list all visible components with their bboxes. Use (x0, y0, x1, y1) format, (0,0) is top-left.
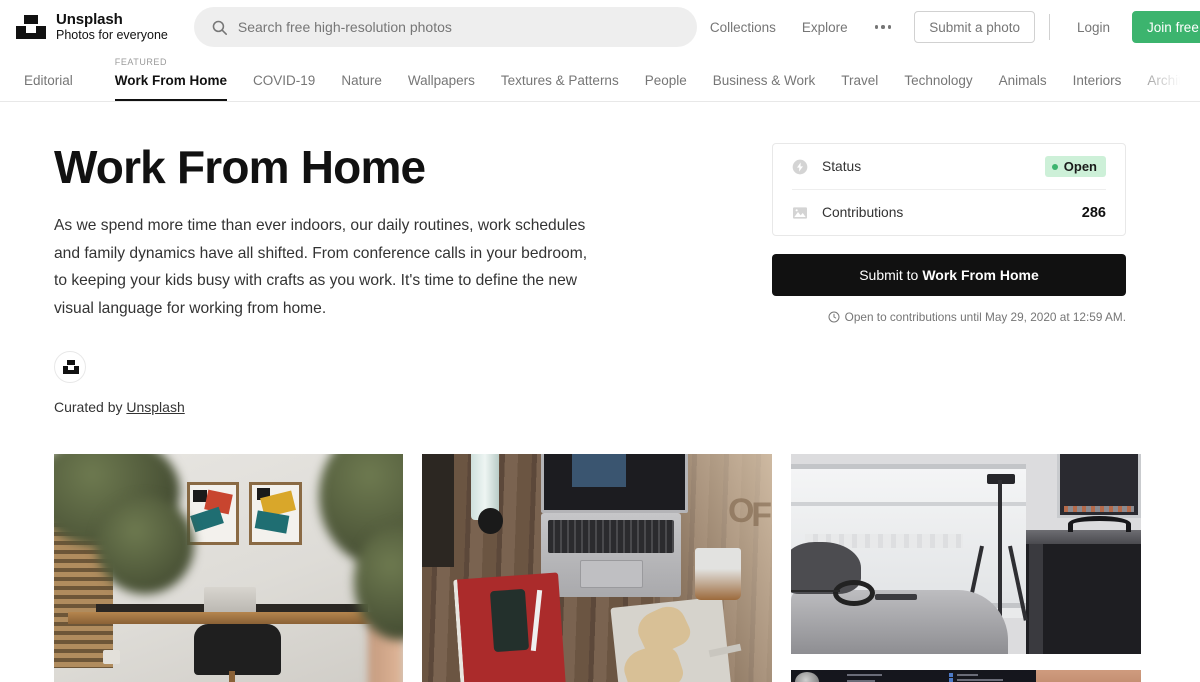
curator-link[interactable]: Unsplash (126, 399, 184, 415)
clock-icon (828, 311, 840, 323)
page-title: Work From Home (54, 141, 426, 193)
status-label: Status (822, 159, 862, 174)
cat-wallpapers[interactable]: Wallpapers (395, 54, 488, 101)
unsplash-logo-link[interactable]: Unsplash Photos for everyone (16, 10, 168, 43)
collection-header: Work From Home As we spend more time tha… (0, 102, 1200, 415)
login-link[interactable]: Login (1064, 20, 1123, 35)
status-dot-icon (1051, 163, 1058, 170)
photo-card[interactable] (54, 454, 403, 682)
photo-column-2: OF (422, 454, 772, 682)
cat-textures-patterns[interactable]: Textures & Patterns (488, 54, 632, 101)
logo-text: Unsplash Photos for everyone (56, 10, 168, 43)
search-icon (212, 20, 227, 35)
cat-animals[interactable]: Animals (986, 54, 1060, 101)
featured-tag: FEATURED (114, 57, 168, 67)
cat-nature[interactable]: Nature (328, 54, 395, 101)
logo-subtitle: Photos for everyone (56, 28, 168, 43)
status-row: Status Open (773, 144, 1125, 189)
nav-explore[interactable]: Explore (789, 20, 861, 35)
contributions-label: Contributions (822, 205, 904, 220)
category-nav: Editorial FEATURED Work From Home COVID-… (0, 54, 1200, 102)
photo-grid: OF (0, 454, 1200, 682)
curated-by-line: Curated by Unsplash (54, 399, 754, 415)
logo-title: Unsplash (56, 10, 123, 28)
join-free-button[interactable]: Join free (1132, 11, 1200, 43)
lightning-circle-icon (792, 159, 808, 174)
header-divider (1049, 14, 1050, 40)
search-bar[interactable] (193, 7, 697, 47)
photo-card[interactable] (791, 670, 1141, 682)
curator-block: Curated by Unsplash (54, 351, 754, 415)
cat-technology[interactable]: Technology (891, 54, 985, 101)
cat-covid-19[interactable]: COVID-19 (240, 54, 328, 101)
ellipsis-icon[interactable] (861, 25, 906, 29)
cat-business-work[interactable]: Business & Work (700, 54, 829, 101)
submit-prefix: Submit to (859, 267, 919, 283)
search-input[interactable] (237, 19, 680, 35)
open-until-text: Open to contributions until May 29, 2020… (844, 310, 1126, 324)
collection-info: Work From Home As we spend more time tha… (54, 102, 754, 415)
header-actions: Collections Explore Submit a photo Login… (697, 11, 1200, 43)
cat-people[interactable]: People (632, 54, 700, 101)
status-badge: Open (1044, 156, 1106, 177)
contributions-count: 286 (1081, 204, 1106, 221)
submit-collection-name: Work From Home (922, 267, 1039, 283)
curated-prefix: Curated by (54, 399, 127, 416)
submit-a-photo-button[interactable]: Submit a photo (914, 11, 1035, 43)
photo-column-1 (54, 454, 403, 682)
photo-card[interactable] (791, 454, 1141, 655)
cat-travel[interactable]: Travel (828, 54, 891, 101)
status-badge-label: Open (1063, 159, 1097, 174)
collection-description: As we spend more time than ever indoors,… (54, 217, 588, 317)
cat-editorial[interactable]: Editorial (8, 54, 86, 101)
nav-collections[interactable]: Collections (697, 20, 789, 35)
collection-sidebar: Status Open Contributions 286 Submit to … (772, 102, 1126, 415)
photo-column-3 (791, 454, 1141, 682)
cat-architecture[interactable]: Architecture (1134, 54, 1200, 101)
unsplash-avatar-icon[interactable] (54, 351, 86, 384)
stats-card: Status Open Contributions 286 (772, 143, 1126, 236)
photo-card[interactable]: OF (422, 454, 772, 682)
cat-label: Work From Home (114, 73, 228, 88)
site-header: Unsplash Photos for everyone Collections… (0, 0, 1200, 54)
cat-work-from-home[interactable]: FEATURED Work From Home (102, 54, 240, 101)
unsplash-camera-icon (16, 12, 46, 42)
contributions-row: Contributions 286 (773, 190, 1125, 235)
submit-to-collection-button[interactable]: Submit to Work From Home (772, 254, 1126, 296)
cat-interiors[interactable]: Interiors (1060, 54, 1135, 101)
status-value: Open (1044, 156, 1106, 177)
open-until-note: Open to contributions until May 29, 2020… (772, 310, 1126, 324)
photo-icon (793, 206, 807, 219)
